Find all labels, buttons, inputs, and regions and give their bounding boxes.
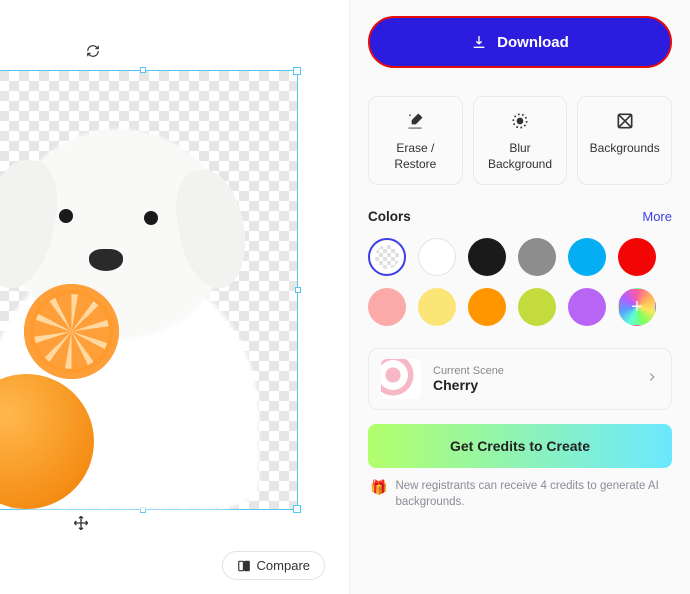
tool-row: Erase / Restore Blur Background Backgrou…: [368, 96, 672, 185]
move-icon: [73, 515, 89, 531]
scene-info: Current Scene Cherry: [433, 365, 633, 393]
move-handle[interactable]: [71, 513, 91, 533]
color-swatch-cyan[interactable]: [568, 238, 606, 276]
subject-image: [0, 99, 279, 509]
download-button[interactable]: Download: [368, 16, 672, 68]
color-swatch-pink[interactable]: [368, 288, 406, 326]
blur-icon: [510, 111, 530, 131]
chevron-right-icon: [645, 370, 659, 389]
color-swatch-orange[interactable]: [468, 288, 506, 326]
color-swatches: [368, 238, 672, 326]
resize-handle-top[interactable]: [140, 67, 146, 73]
credits-note: 🎁 New registrants can receive 4 credits …: [368, 478, 672, 510]
color-swatch-white[interactable]: [418, 238, 456, 276]
compare-button[interactable]: Compare: [222, 551, 325, 580]
compare-icon: [237, 559, 251, 573]
erase-restore-tool[interactable]: Erase / Restore: [368, 96, 463, 185]
color-swatch-red[interactable]: [618, 238, 656, 276]
get-credits-button[interactable]: Get Credits to Create: [368, 424, 672, 468]
resize-handle-right[interactable]: [295, 287, 301, 293]
gift-icon: 🎁: [370, 478, 387, 498]
color-swatch-yellow[interactable]: [418, 288, 456, 326]
colors-title: Colors: [368, 209, 411, 224]
compare-label: Compare: [257, 558, 310, 573]
scene-label: Current Scene: [433, 365, 633, 377]
credits-note-text: New registrants can receive 4 credits to…: [395, 478, 670, 510]
canvas-area: Compare: [0, 0, 350, 594]
tool-label: Backgrounds: [590, 141, 660, 157]
backgrounds-icon: [615, 111, 635, 131]
colors-header: Colors More: [368, 209, 672, 224]
color-swatch-custom[interactable]: [618, 288, 656, 326]
refresh-icon: [86, 44, 100, 58]
scene-value: Cherry: [433, 377, 633, 393]
refresh-button[interactable]: [82, 40, 104, 62]
image-canvas[interactable]: [0, 70, 298, 510]
download-label: Download: [497, 34, 569, 51]
tool-label: Blur Background: [480, 141, 561, 172]
scene-thumbnail: [381, 359, 421, 399]
color-swatch-lime[interactable]: [518, 288, 556, 326]
color-swatch-gray[interactable]: [518, 238, 556, 276]
color-swatch-black[interactable]: [468, 238, 506, 276]
erase-icon: [405, 111, 425, 131]
backgrounds-tool[interactable]: Backgrounds: [577, 96, 672, 185]
tool-label: Erase / Restore: [375, 141, 456, 172]
current-scene-card[interactable]: Current Scene Cherry: [368, 348, 672, 410]
color-swatch-purple[interactable]: [568, 288, 606, 326]
color-swatch-transparent[interactable]: [368, 238, 406, 276]
download-icon: [471, 34, 487, 50]
credits-button-label: Get Credits to Create: [450, 438, 590, 454]
colors-more-link[interactable]: More: [642, 209, 672, 224]
side-panel: Download Erase / Restore Blur Background…: [350, 0, 690, 594]
blur-background-tool[interactable]: Blur Background: [473, 96, 568, 185]
